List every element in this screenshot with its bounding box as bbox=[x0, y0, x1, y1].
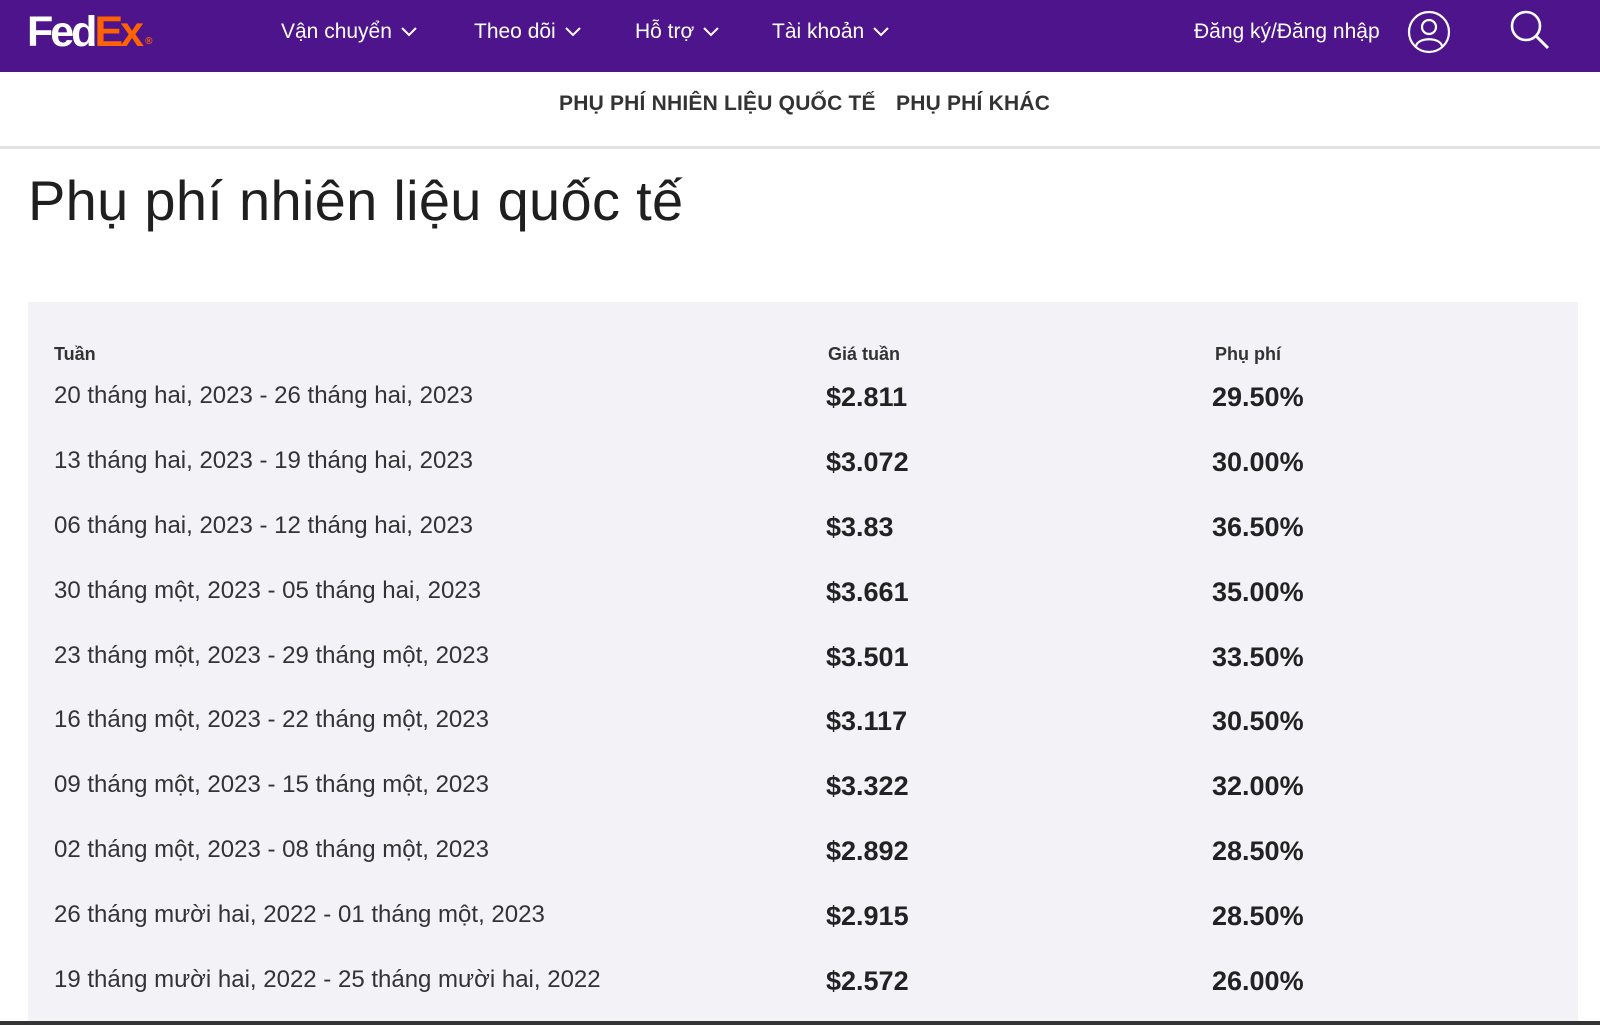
table-row: 23 tháng một, 2023 - 29 tháng một, 2023 … bbox=[28, 642, 1578, 706]
chevron-down-icon bbox=[401, 27, 417, 37]
chevron-down-icon bbox=[565, 27, 581, 37]
chevron-down-icon bbox=[873, 27, 889, 37]
cell-price: $3.83 bbox=[826, 512, 894, 542]
logo-fed: Fed bbox=[27, 8, 97, 56]
cell-price: $3.322 bbox=[826, 771, 909, 801]
table-row: 16 tháng một, 2023 - 22 tháng một, 2023 … bbox=[28, 706, 1578, 770]
nav-item-shipping[interactable]: Vận chuyển bbox=[281, 17, 418, 47]
cell-surcharge: 29.50% bbox=[1212, 382, 1304, 412]
table-row: 13 tháng hai, 2023 - 19 tháng hai, 2023 … bbox=[28, 447, 1578, 511]
chevron-down-icon bbox=[703, 27, 719, 37]
page-title: Phụ phí nhiên liệu quốc tế bbox=[28, 169, 684, 232]
cell-week: 20 tháng hai, 2023 - 26 tháng hai, 2023 bbox=[54, 382, 474, 409]
cell-surcharge: 28.50% bbox=[1212, 836, 1304, 866]
cell-surcharge: 33.50% bbox=[1212, 642, 1304, 672]
cell-surcharge: 36.50% bbox=[1212, 512, 1304, 542]
login-link[interactable]: Đăng ký/Đăng nhập bbox=[1194, 14, 1380, 50]
logo-registered-mark: ® bbox=[145, 36, 153, 47]
nav-item-label: Hỗ trợ bbox=[635, 20, 695, 43]
column-header-week: Tuần bbox=[54, 344, 96, 364]
cell-week: 19 tháng mười hai, 2022 - 25 tháng mười … bbox=[54, 966, 601, 993]
cell-price: $2.892 bbox=[826, 836, 909, 866]
cell-week: 09 tháng một, 2023 - 15 tháng một, 2023 bbox=[54, 771, 489, 798]
table-row: 20 tháng hai, 2023 - 26 tháng hai, 2023 … bbox=[28, 382, 1578, 446]
nav-item-account[interactable]: Tài khoản bbox=[772, 17, 890, 47]
cell-surcharge: 30.00% bbox=[1212, 447, 1304, 477]
cell-week: 23 tháng một, 2023 - 29 tháng một, 2023 bbox=[54, 642, 489, 669]
cell-week: 30 tháng một, 2023 - 05 tháng hai, 2023 bbox=[54, 577, 481, 604]
subnav-other-surcharges[interactable]: PHỤ PHÍ KHÁC bbox=[896, 92, 1050, 116]
table-row: 06 tháng hai, 2023 - 12 tháng hai, 2023 … bbox=[28, 512, 1578, 576]
cell-price: $2.811 bbox=[826, 382, 908, 412]
nav-item-label: Theo dõi bbox=[474, 20, 556, 43]
cell-surcharge: 30.50% bbox=[1212, 706, 1304, 736]
cell-week: 13 tháng hai, 2023 - 19 tháng hai, 2023 bbox=[54, 447, 474, 474]
nav-item-tracking[interactable]: Theo dõi bbox=[474, 17, 582, 47]
cell-price: $2.915 bbox=[826, 901, 909, 931]
column-header-surcharge: Phụ phí bbox=[1215, 344, 1281, 364]
user-icon[interactable] bbox=[1407, 10, 1451, 54]
cell-surcharge: 28.50% bbox=[1212, 901, 1304, 931]
cell-week: 16 tháng một, 2023 - 22 tháng một, 2023 bbox=[54, 706, 489, 733]
table-row: 09 tháng một, 2023 - 15 tháng một, 2023 … bbox=[28, 771, 1578, 835]
subnav-international-fuel-surcharge[interactable]: PHỤ PHÍ NHIÊN LIỆU QUỐC TẾ bbox=[559, 92, 876, 116]
logo-ex: Ex bbox=[94, 8, 144, 56]
nav-item-label: Tài khoản bbox=[772, 20, 865, 43]
nav-item-label: Vận chuyển bbox=[281, 20, 392, 43]
cell-week: 02 tháng một, 2023 - 08 tháng một, 2023 bbox=[54, 836, 489, 863]
column-header-weekly-price: Giá tuần bbox=[828, 344, 901, 364]
search-icon[interactable] bbox=[1508, 8, 1552, 52]
cell-surcharge: 35.00% bbox=[1212, 577, 1304, 607]
top-nav-bar: FedEx ® Vận chuyển Theo dõi Hỗ trợ Tài kh… bbox=[0, 0, 1600, 72]
sub-nav: PHỤ PHÍ NHIÊN LIỆU QUỐC TẾ PHỤ PHÍ KHÁC bbox=[0, 72, 1600, 149]
table-row: 30 tháng một, 2023 - 05 tháng hai, 2023 … bbox=[28, 577, 1578, 641]
cell-surcharge: 32.00% bbox=[1212, 771, 1304, 801]
cell-price: $3.117 bbox=[826, 706, 908, 736]
nav-item-support[interactable]: Hỗ trợ bbox=[635, 17, 720, 47]
table-row: 26 tháng mười hai, 2022 - 01 tháng một, … bbox=[28, 901, 1578, 965]
fedex-logo[interactable]: FedEx ® bbox=[27, 10, 152, 54]
table-row: 02 tháng một, 2023 - 08 tháng một, 2023 … bbox=[28, 836, 1578, 900]
fuel-surcharge-table: Tuần Giá tuần Phụ phí 20 tháng hai, 2023… bbox=[28, 302, 1578, 1025]
cell-price: $2.572 bbox=[826, 966, 909, 996]
cell-week: 06 tháng hai, 2023 - 12 tháng hai, 2023 bbox=[54, 512, 474, 539]
cell-week: 26 tháng mười hai, 2022 - 01 tháng một, … bbox=[54, 901, 545, 928]
cell-price: $3.501 bbox=[826, 642, 909, 672]
page-bottom-edge bbox=[0, 1021, 1600, 1025]
cell-price: $3.072 bbox=[826, 447, 909, 477]
cell-surcharge: 26.00% bbox=[1212, 966, 1304, 996]
cell-price: $3.661 bbox=[826, 577, 909, 607]
